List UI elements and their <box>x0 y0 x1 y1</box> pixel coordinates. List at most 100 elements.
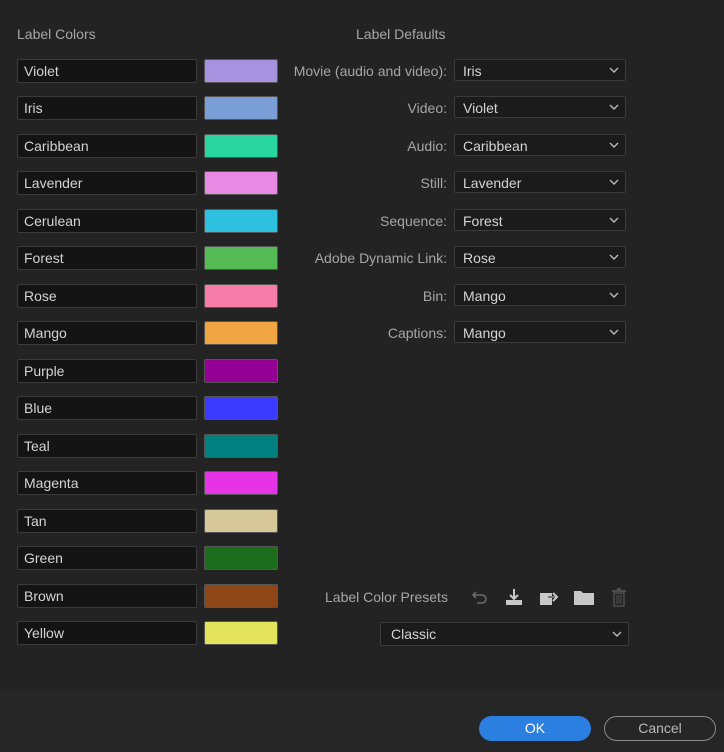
label-default-row: Movie (audio and video): Iris <box>280 59 630 83</box>
label-name-field[interactable]: Magenta <box>17 471 197 495</box>
label-row: Violet <box>17 59 279 83</box>
label-color-swatch[interactable] <box>204 321 278 345</box>
trash-icon <box>608 586 630 608</box>
label-row: Yellow <box>17 621 279 645</box>
chevron-down-icon <box>612 631 622 637</box>
label-default-dropdown[interactable]: Mango <box>454 284 626 306</box>
label-default-value: Iris <box>463 63 482 79</box>
label-default-label: Still: <box>420 175 447 191</box>
label-color-swatch[interactable] <box>204 284 278 308</box>
label-name-field[interactable]: Caribbean <box>17 134 197 158</box>
label-row: Blue <box>17 396 279 420</box>
label-default-row: Sequence: Forest <box>280 209 630 233</box>
label-default-dropdown[interactable]: Caribbean <box>454 134 626 156</box>
label-name-field[interactable]: Iris <box>17 96 197 120</box>
chevron-down-icon <box>609 142 619 148</box>
label-row: Forest <box>17 246 279 270</box>
label-default-label: Sequence: <box>380 213 447 229</box>
preset-selected-value: Classic <box>391 626 437 642</box>
label-row: Green <box>17 546 279 570</box>
label-name-field[interactable]: Green <box>17 546 197 570</box>
label-name-field[interactable]: Violet <box>17 59 197 83</box>
label-color-swatch[interactable] <box>204 396 278 420</box>
label-default-row: Audio: Caribbean <box>280 134 630 158</box>
label-row: Lavender <box>17 171 279 195</box>
label-color-preset-dropdown[interactable]: Classic <box>380 622 629 646</box>
label-color-swatch[interactable] <box>204 546 278 570</box>
chevron-down-icon <box>609 217 619 223</box>
label-color-swatch[interactable] <box>204 134 278 158</box>
label-settings-panel: Label Colors Label Defaults Violet Iris Ca… <box>0 0 724 690</box>
label-color-swatch[interactable] <box>204 171 278 195</box>
label-row: Iris <box>17 96 279 120</box>
label-row: Tan <box>17 509 279 533</box>
label-name-field[interactable]: Tan <box>17 509 197 533</box>
label-default-dropdown[interactable]: Violet <box>454 96 626 118</box>
label-defaults-heading: Label Defaults <box>356 26 446 42</box>
label-default-label: Movie (audio and video): <box>293 63 447 79</box>
label-color-swatch[interactable] <box>204 359 278 383</box>
label-row: Caribbean <box>17 134 279 158</box>
chevron-down-icon <box>609 104 619 110</box>
label-color-swatch[interactable] <box>204 96 278 120</box>
label-color-swatch[interactable] <box>204 59 278 83</box>
label-name-field[interactable]: Purple <box>17 359 197 383</box>
label-color-swatch[interactable] <box>204 434 278 458</box>
label-default-label: Captions: <box>387 325 447 341</box>
label-name-field[interactable]: Lavender <box>17 171 197 195</box>
label-default-value: Violet <box>463 100 498 116</box>
label-default-row: Bin: Mango <box>280 284 630 308</box>
cancel-button[interactable]: Cancel <box>604 716 716 741</box>
label-default-dropdown[interactable]: Lavender <box>454 171 626 193</box>
label-row: Purple <box>17 359 279 383</box>
label-default-label: Video: <box>407 100 447 116</box>
label-name-field[interactable]: Teal <box>17 434 197 458</box>
label-row: Rose <box>17 284 279 308</box>
label-row: Mango <box>17 321 279 345</box>
label-color-swatch[interactable] <box>204 584 278 608</box>
label-default-value: Mango <box>463 288 506 304</box>
label-default-row: Still: Lavender <box>280 171 630 195</box>
chevron-down-icon <box>609 292 619 298</box>
label-color-swatch[interactable] <box>204 246 278 270</box>
label-name-field[interactable]: Brown <box>17 584 197 608</box>
chevron-down-icon <box>609 254 619 260</box>
label-default-value: Rose <box>463 250 496 266</box>
label-color-swatch[interactable] <box>204 509 278 533</box>
chevron-down-icon <box>609 67 619 73</box>
label-default-dropdown[interactable]: Iris <box>454 59 626 81</box>
label-color-swatch[interactable] <box>204 471 278 495</box>
label-default-row: Video: Violet <box>280 96 630 120</box>
label-default-label: Audio: <box>407 138 447 154</box>
label-row: Magenta <box>17 471 279 495</box>
label-colors-heading: Label Colors <box>17 26 96 42</box>
chevron-down-icon <box>609 179 619 185</box>
ok-button[interactable]: OK <box>479 716 591 741</box>
label-default-dropdown[interactable]: Mango <box>454 321 626 343</box>
label-name-field[interactable]: Blue <box>17 396 197 420</box>
chevron-down-icon <box>609 329 619 335</box>
label-default-value: Mango <box>463 325 506 341</box>
label-name-field[interactable]: Yellow <box>17 621 197 645</box>
label-default-row: Captions: Mango <box>280 321 630 345</box>
label-row: Teal <box>17 434 279 458</box>
folder-icon[interactable] <box>573 586 595 608</box>
label-row: Brown <box>17 584 279 608</box>
label-default-value: Lavender <box>463 175 522 191</box>
label-name-field[interactable]: Cerulean <box>17 209 197 233</box>
label-name-field[interactable]: Forest <box>17 246 197 270</box>
label-color-presets-label: Label Color Presets <box>325 589 448 605</box>
label-default-dropdown[interactable]: Rose <box>454 246 626 268</box>
export-icon[interactable] <box>538 586 560 608</box>
label-name-field[interactable]: Rose <box>17 284 197 308</box>
label-default-label: Bin: <box>422 288 447 304</box>
label-default-value: Caribbean <box>463 138 528 154</box>
undo-icon[interactable] <box>469 586 491 608</box>
label-color-swatch[interactable] <box>204 621 278 645</box>
label-row: Cerulean <box>17 209 279 233</box>
label-color-swatch[interactable] <box>204 209 278 233</box>
label-default-dropdown[interactable]: Forest <box>454 209 626 231</box>
import-icon[interactable] <box>503 586 525 608</box>
label-name-field[interactable]: Mango <box>17 321 197 345</box>
label-default-label: Adobe Dynamic Link: <box>314 250 447 266</box>
